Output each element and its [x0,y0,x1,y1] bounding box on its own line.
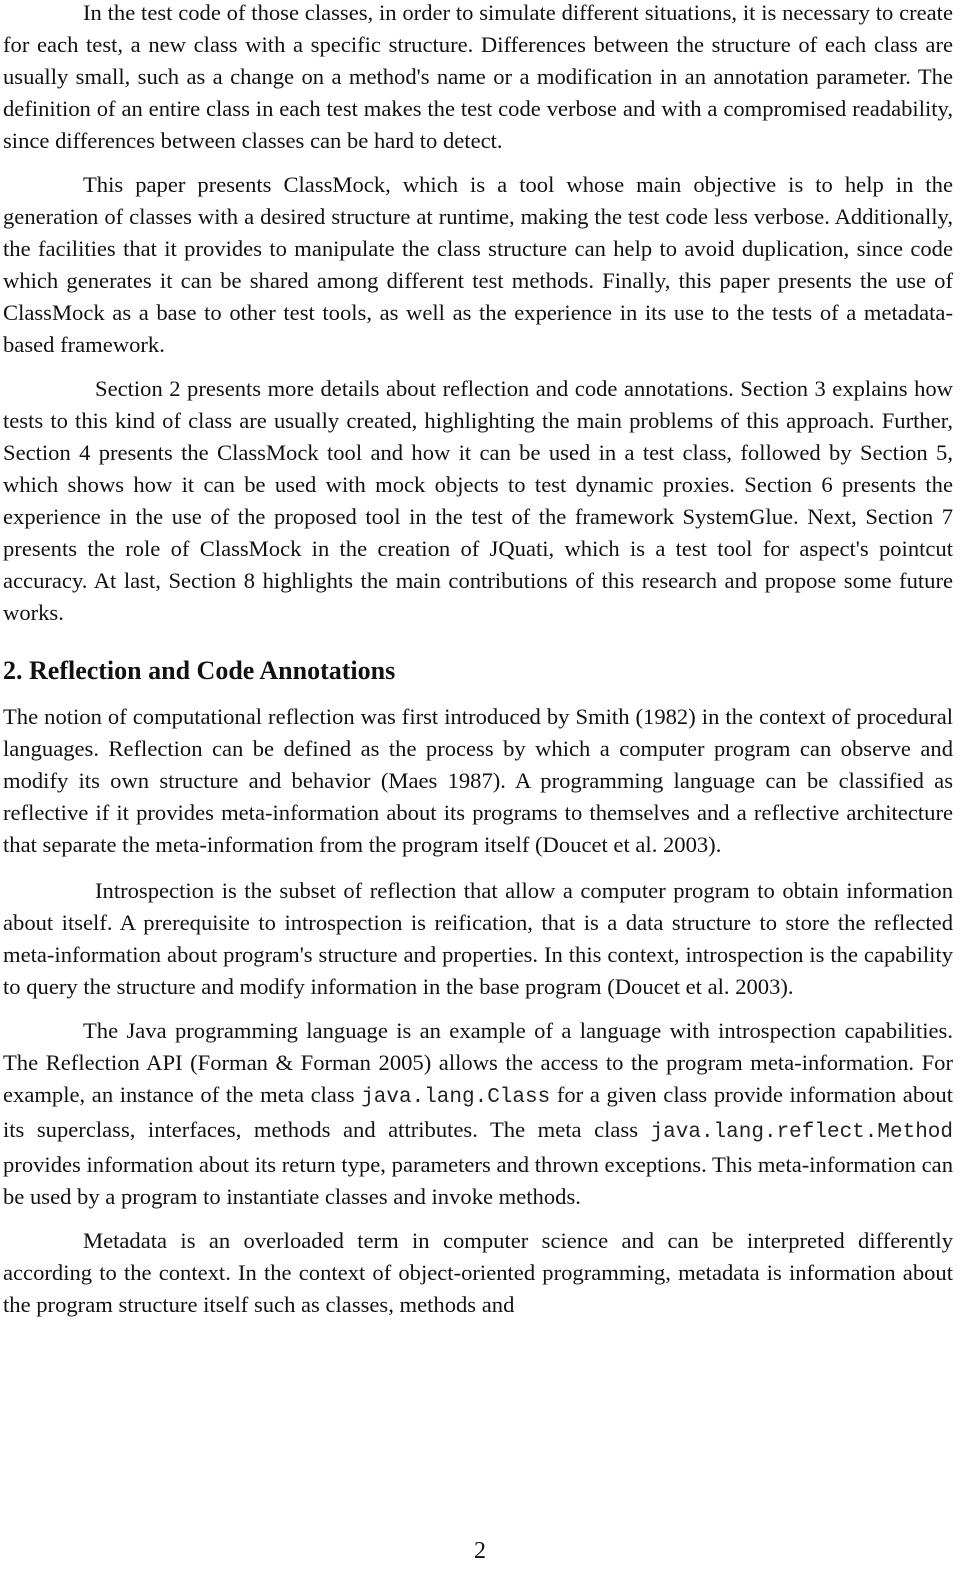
section-paragraph-2: Introspection is the subset of reflectio… [3,878,953,999]
intro-paragraph-3: Section 2 presents more details about re… [3,376,953,625]
section-paragraph-java: The Java programming language is an exam… [3,1015,953,1213]
section-paragraph-1: The notion of computational reflection w… [3,704,953,857]
intro-paragraph-1: In the test code of those classes, in or… [3,0,953,153]
section-paragraph-metadata: Metadata is an overloaded term in comput… [3,1228,953,1317]
section-heading: 2. Reflection and Code Annotations [3,656,396,685]
code-java-lang-class: java.lang.Class [361,1086,551,1109]
paper-page: In the test code of those classes, in or… [3,0,953,1321]
page-number: 2 [474,1538,486,1564]
intro-paragraph-2: This paper presents ClassMock, which is … [3,172,953,357]
code-java-lang-reflect-method: java.lang.reflect.Method [650,1121,953,1144]
java-text-3: provides information about its return ty… [3,1152,953,1209]
